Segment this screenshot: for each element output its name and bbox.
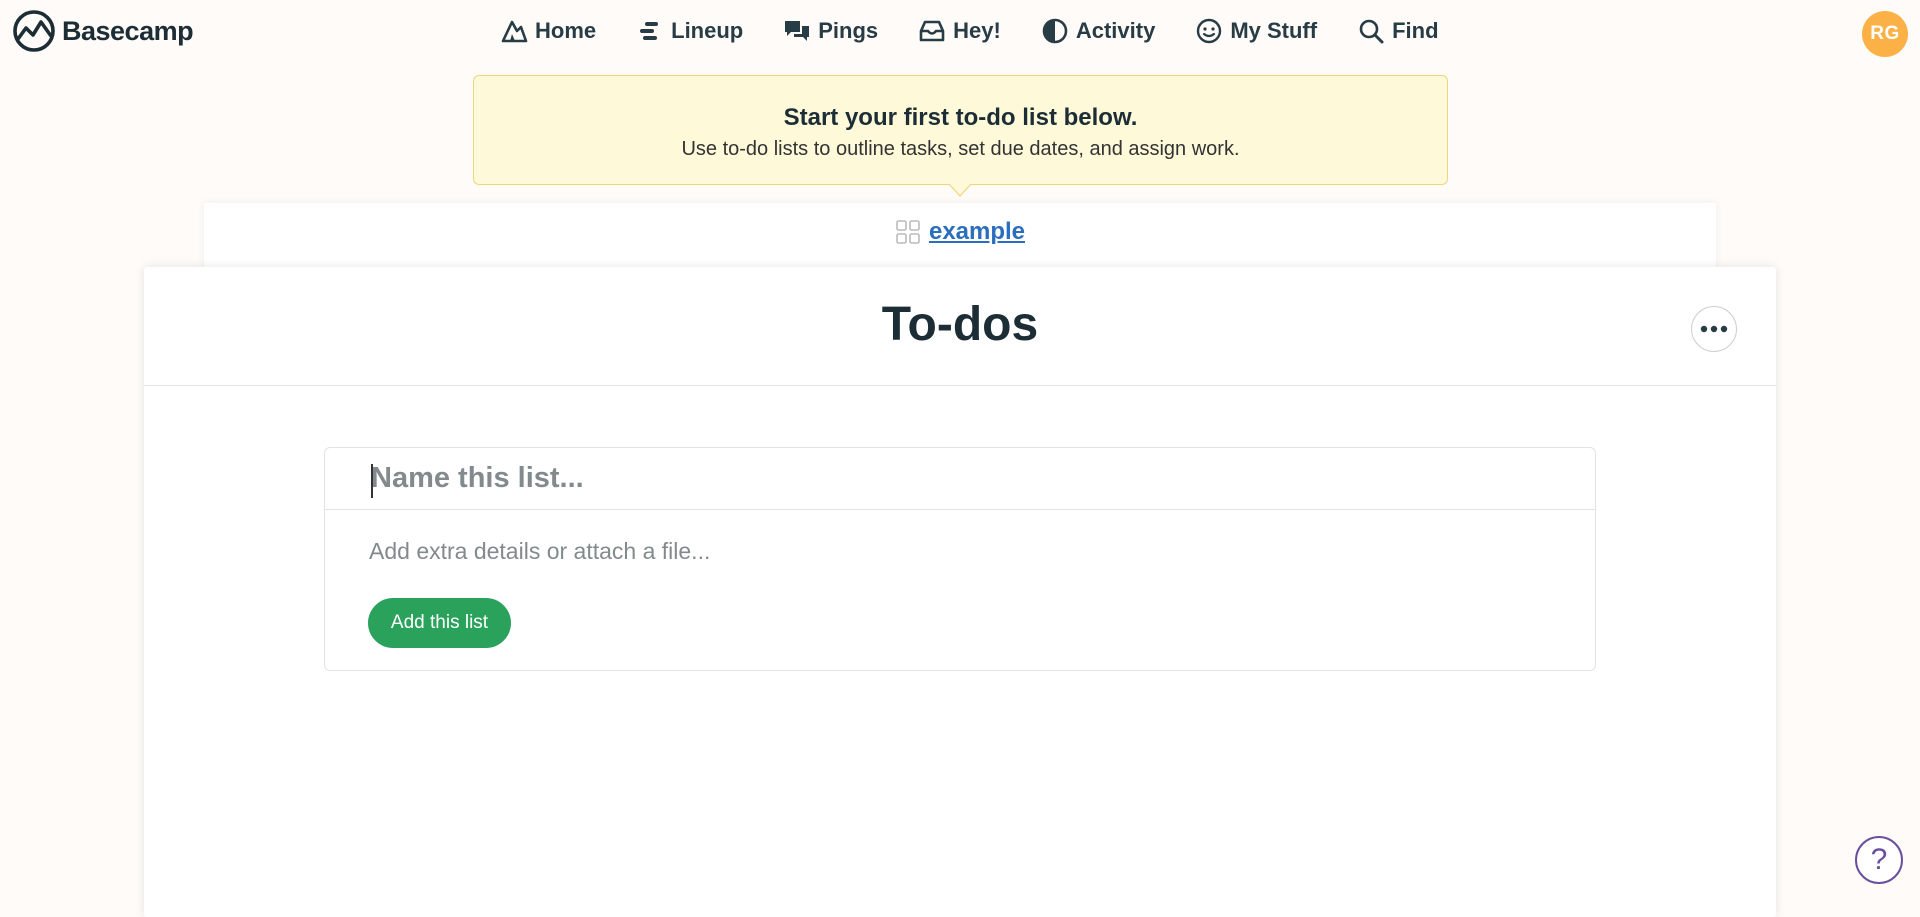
callout-title: Start your first to-do list below. <box>783 104 1138 131</box>
basecamp-logo[interactable]: Basecamp <box>12 9 194 53</box>
app-name: Basecamp <box>62 15 194 46</box>
grid-icon <box>896 220 920 244</box>
nav-item-lineup[interactable]: Lineup <box>616 10 763 52</box>
more-options-button[interactable] <box>1691 306 1737 352</box>
nav-item-find[interactable]: Find <box>1337 10 1458 52</box>
nav-item-home[interactable]: Home <box>480 10 616 52</box>
add-list-button[interactable]: Add this list <box>368 598 511 648</box>
pings-icon <box>785 21 810 41</box>
list-details-input[interactable]: Add extra details or attach a file... <box>369 538 710 565</box>
nav-item-label: Find <box>1392 18 1439 43</box>
search-icon <box>1359 19 1384 44</box>
nav-item-activity[interactable]: Activity <box>1021 10 1175 52</box>
callout-body: Use to-do lists to outline tasks, set du… <box>681 138 1240 160</box>
page-title: To-dos <box>881 298 1039 351</box>
nav-item-label: Hey! <box>953 18 1001 43</box>
nav-item-label: My Stuff <box>1230 18 1318 43</box>
nav-item-pings[interactable]: Pings <box>763 10 898 52</box>
callout-arrow-icon <box>949 184 971 197</box>
nav-item-my-stuff[interactable]: My Stuff <box>1175 10 1337 52</box>
project-breadcrumb: example <box>204 218 1716 246</box>
new-list-form: Add extra details or attach a file... Ad… <box>324 447 1596 671</box>
nav-item-label: Pings <box>818 18 879 43</box>
home-icon <box>501 20 528 43</box>
nav-item-label: Lineup <box>671 18 744 43</box>
activity-icon <box>1042 18 1068 44</box>
nav-item-label: Activity <box>1075 18 1156 43</box>
list-name-input[interactable] <box>325 448 1595 510</box>
lineup-icon <box>640 22 659 40</box>
main-nav: Home Lineup Pings Hey! Activity My Stuff… <box>480 10 1459 52</box>
hey-icon <box>919 20 945 42</box>
top-navigation-bar: Basecamp Home Lineup Pings Hey! Activity… <box>0 0 1920 62</box>
my-stuff-icon <box>1197 18 1222 44</box>
basecamp-logo-icon <box>13 10 55 52</box>
text-caret <box>371 464 373 498</box>
nav-item-label: Home <box>535 18 597 43</box>
project-link[interactable]: example <box>929 218 1025 246</box>
ellipsis-icon <box>1700 325 1728 333</box>
nav-item-hey[interactable]: Hey! <box>898 10 1021 52</box>
help-button[interactable]: ? <box>1855 836 1903 884</box>
todos-card: To-dos Add extra details or attach a fil… <box>144 267 1776 917</box>
header-divider <box>144 385 1776 386</box>
user-avatar[interactable]: RG <box>1862 11 1908 57</box>
project-card: example <box>204 203 1716 273</box>
onboarding-callout: Start your first to-do list below. Use t… <box>473 75 1448 185</box>
